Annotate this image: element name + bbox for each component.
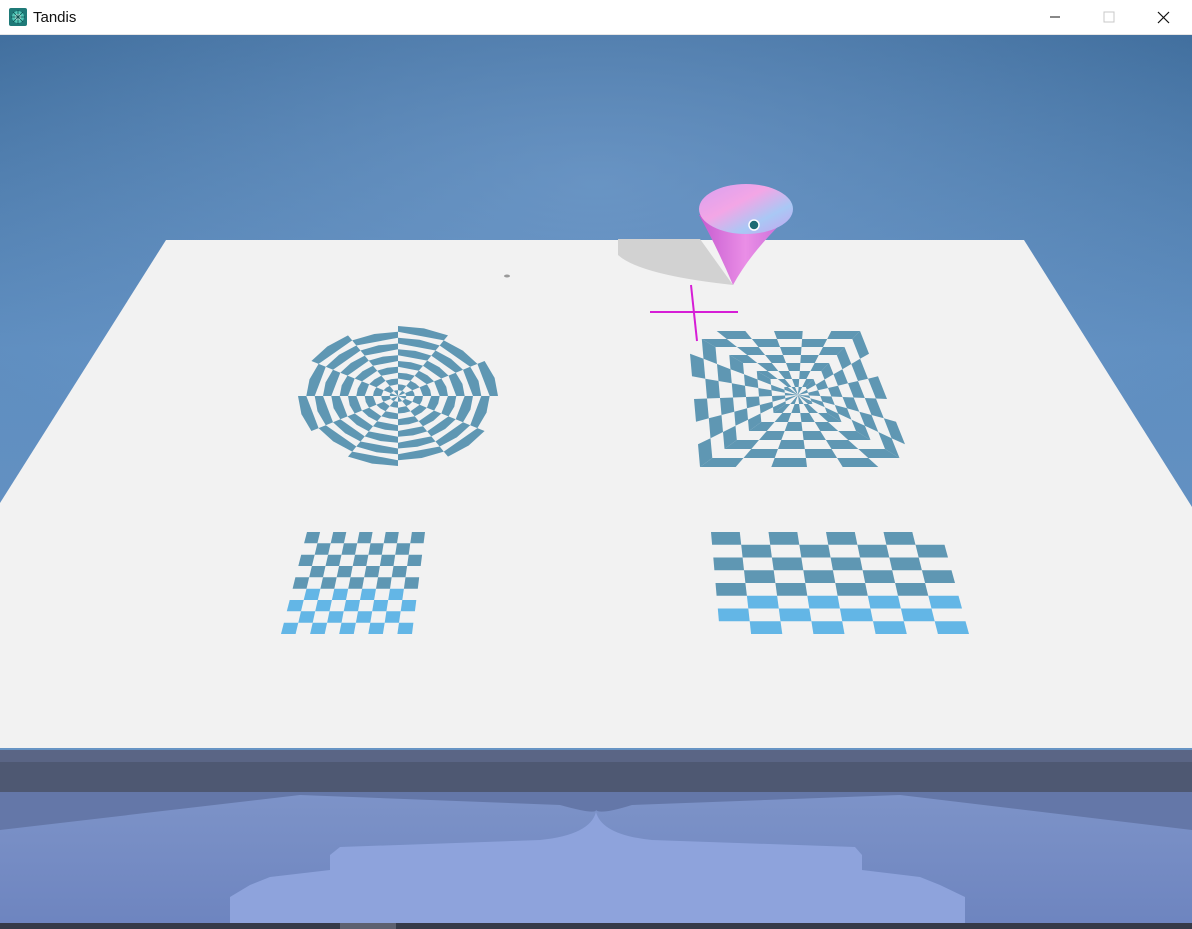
spiral-segment <box>694 398 709 422</box>
checker-square <box>336 566 353 578</box>
checker-square <box>771 557 804 571</box>
checker-square <box>403 577 420 589</box>
checker-square <box>835 583 868 596</box>
spiral-segment <box>771 458 807 467</box>
checker-square <box>799 544 831 558</box>
spiral-segment <box>780 347 802 355</box>
checker-square <box>310 622 328 634</box>
checker-square <box>388 588 404 600</box>
checker-square <box>826 532 858 545</box>
checker-square <box>348 577 365 589</box>
checker-square <box>857 544 890 558</box>
checker-square <box>298 611 316 623</box>
cone-marker <box>748 219 760 231</box>
checker-square <box>372 600 389 612</box>
checker-square <box>862 570 896 583</box>
checker-square <box>811 621 845 634</box>
scene-canvas[interactable] <box>0 35 1192 929</box>
checker-square <box>895 583 929 596</box>
checker-square <box>357 532 373 544</box>
checker-square <box>343 600 360 612</box>
checker-square <box>713 557 744 571</box>
checker-square <box>303 588 321 600</box>
checker-square <box>391 566 408 578</box>
title-bar[interactable]: Tandis <box>0 0 1192 35</box>
spiral-segment <box>705 378 720 399</box>
checker-square <box>928 595 962 609</box>
checker-square <box>900 608 935 622</box>
spiral-segment <box>778 440 805 449</box>
tandis-app-icon <box>9 8 27 26</box>
checker-square <box>775 583 808 596</box>
checker-square <box>384 611 401 623</box>
checker-square <box>339 622 356 634</box>
game-viewport[interactable] <box>0 35 1192 929</box>
table-top <box>0 240 1192 748</box>
checker-square <box>352 554 369 566</box>
spiral-segment <box>801 339 828 347</box>
checker-square <box>867 595 901 609</box>
table-dot <box>504 274 510 278</box>
checker-square <box>410 532 425 544</box>
checker-square <box>341 543 358 555</box>
checker-square <box>744 570 776 583</box>
checker-square <box>711 532 742 545</box>
checker-square <box>749 621 783 634</box>
bottom-strip-highlight <box>340 923 396 929</box>
checker-square <box>309 566 326 578</box>
close-button[interactable] <box>1136 0 1190 34</box>
checker-square <box>400 600 417 612</box>
bottom-strip <box>0 923 1192 929</box>
checker-square <box>803 570 836 583</box>
checker-square <box>364 566 380 578</box>
checker-square <box>397 622 414 634</box>
maximize-button[interactable] <box>1082 0 1136 34</box>
maximize-icon <box>1103 11 1115 23</box>
spiral-segment <box>774 331 803 339</box>
checker-square <box>327 611 344 623</box>
checker-square <box>368 543 384 555</box>
checker-square <box>839 608 873 622</box>
checker-square <box>325 554 342 566</box>
checker-square <box>281 622 299 634</box>
checker-square <box>807 595 840 609</box>
checker-square <box>407 554 423 566</box>
minimize-button[interactable] <box>1028 0 1082 34</box>
checker-square <box>292 577 310 589</box>
checker-square <box>376 577 392 589</box>
checker-square <box>746 595 779 609</box>
checker-square <box>314 543 331 555</box>
checker-square <box>717 608 750 622</box>
checker-square <box>395 543 411 555</box>
checker-square <box>315 600 332 612</box>
checker-square <box>379 554 396 566</box>
close-icon <box>1157 11 1169 23</box>
table-edge-band <box>0 762 1192 792</box>
window-title: Tandis <box>33 9 77 26</box>
checker-square <box>741 544 772 558</box>
checker-square <box>883 532 916 545</box>
checker-square <box>286 600 304 612</box>
checker-square <box>934 621 969 634</box>
checker-square <box>368 622 385 634</box>
checker-square <box>915 544 948 558</box>
checker-square <box>331 588 349 600</box>
checker-square <box>889 557 922 571</box>
checker-square <box>330 532 347 544</box>
checker-square <box>873 621 907 634</box>
checker-square <box>355 611 373 623</box>
checker-square <box>320 577 337 589</box>
checker-square <box>383 532 399 544</box>
checker-square <box>778 608 812 622</box>
checker-square <box>921 570 955 583</box>
checker-square <box>768 532 800 545</box>
spiral-segment <box>804 449 838 458</box>
checker-square <box>830 557 863 571</box>
checker-square <box>360 588 376 600</box>
checker-square <box>715 583 747 596</box>
minimize-icon <box>1050 16 1060 18</box>
app-window: Tandis <box>0 0 1192 929</box>
